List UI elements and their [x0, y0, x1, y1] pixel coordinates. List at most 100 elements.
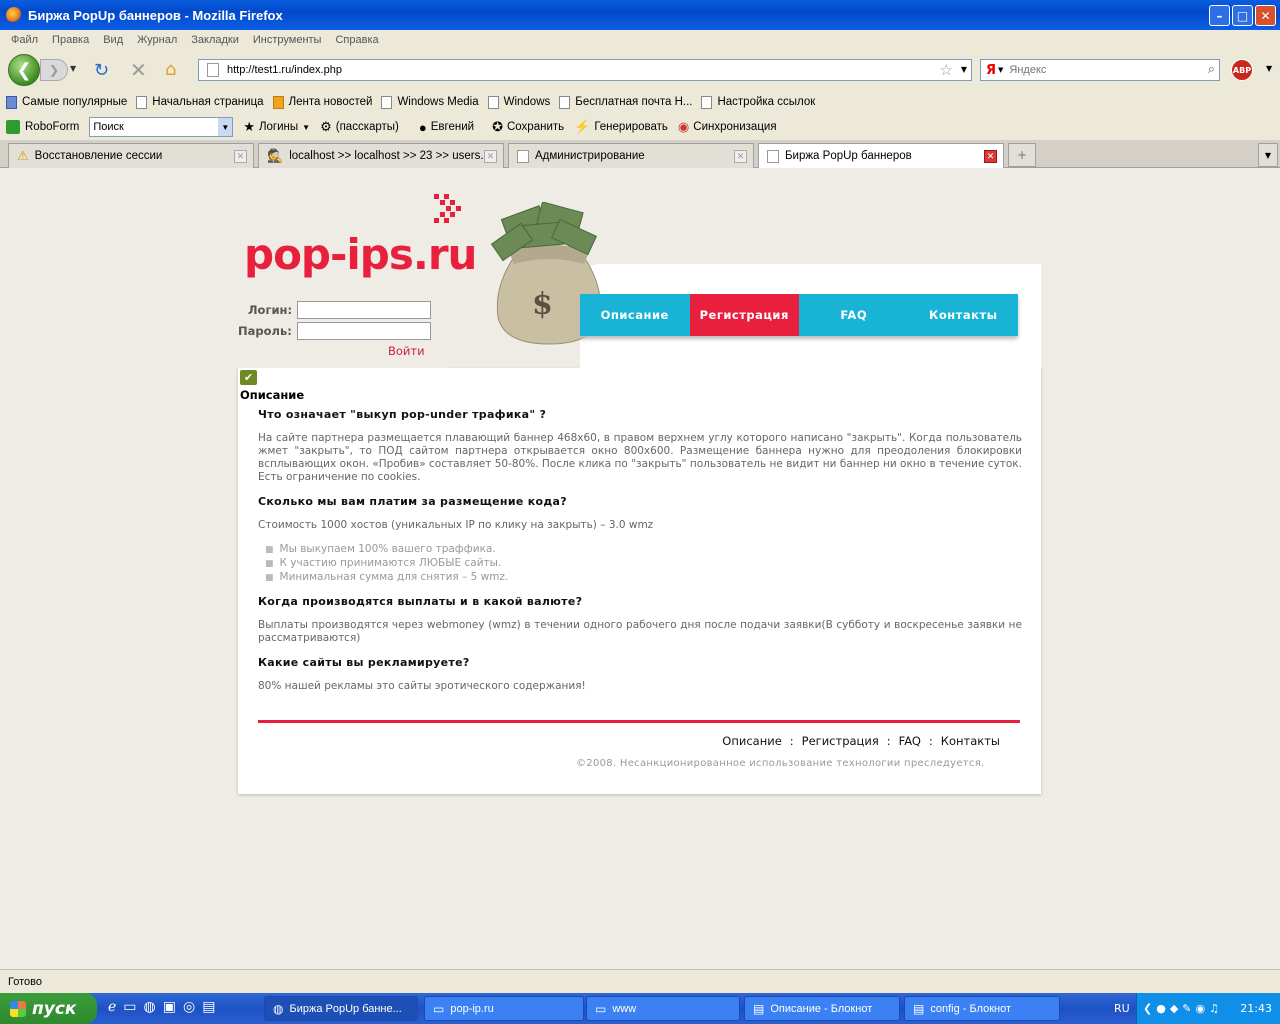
app-icon[interactable]: ◎	[183, 999, 195, 1015]
page-icon	[559, 95, 571, 109]
tab-session-restore[interactable]: ⚠ Восстановление сессии ✕	[8, 143, 254, 168]
forward-button[interactable]: ❯	[40, 59, 68, 81]
adblock-icon[interactable]: ABP	[1231, 59, 1253, 81]
tray-expand-icon[interactable]: ❮	[1143, 1002, 1152, 1015]
star-icon: ★	[243, 119, 255, 134]
tray-app-icon[interactable]: ✎	[1182, 1002, 1191, 1015]
login-input[interactable]	[297, 301, 431, 319]
bookmark-popular[interactable]: Самые популярные	[6, 95, 127, 109]
site-logo[interactable]: pop-ips.ru	[244, 230, 477, 279]
menu-file[interactable]: Файл	[11, 34, 38, 46]
adblock-dropdown-icon[interactable]: ▼	[1266, 64, 1272, 73]
footer-link-contacts[interactable]: Контакты	[941, 734, 1000, 748]
home-icon[interactable]: ⌂	[165, 59, 176, 80]
language-indicator[interactable]: RU	[1114, 1002, 1130, 1015]
faq-answer: 80% нашей рекламы это сайты эротического…	[258, 680, 586, 692]
url-bar[interactable]: ☆ ▼	[198, 59, 972, 81]
nav-registration[interactable]: Регистрация	[689, 294, 799, 336]
bookmark-news-feed[interactable]: Лента новостей	[272, 95, 372, 109]
stop-icon[interactable]: ✕	[130, 58, 147, 82]
folder-icon: ▭	[433, 1001, 445, 1016]
roboform-identity[interactable]: ● Евгений	[419, 120, 474, 135]
close-tab-icon[interactable]: ✕	[984, 150, 997, 163]
roboform-sync[interactable]: ◉ Синхронизация	[678, 119, 777, 135]
task-notepad-config[interactable]: ▤ config - Блокнот	[904, 996, 1060, 1021]
menu-view[interactable]: Вид	[103, 34, 123, 46]
new-tab-button[interactable]: +	[1008, 143, 1036, 167]
bookmark-windows[interactable]: Windows	[487, 95, 550, 109]
nav-faq[interactable]: FAQ	[799, 294, 909, 336]
app-icon[interactable]: ▣	[163, 999, 176, 1015]
faq-answer: На сайте партнера размещается плавающий …	[258, 432, 1022, 483]
nav-description[interactable]: Описание	[580, 294, 690, 336]
maximize-button[interactable]: □	[1232, 5, 1253, 26]
search-input[interactable]	[1009, 64, 1190, 76]
desktop-icon[interactable]: ▭	[123, 999, 136, 1015]
tab-popup-exchange[interactable]: Биржа PopUp баннеров ✕	[758, 143, 1004, 168]
logo-arrows-icon	[434, 194, 461, 223]
reload-icon[interactable]: ↻	[94, 60, 109, 81]
section-title: Описание	[240, 388, 305, 402]
history-dropdown-icon[interactable]: ▼	[70, 64, 76, 73]
bookmark-star-icon[interactable]: ☆	[940, 61, 953, 79]
tray-app-icon[interactable]: ◆	[1170, 1002, 1178, 1015]
close-tab-icon[interactable]: ✕	[234, 150, 247, 163]
task-firefox[interactable]: ◍ Биржа PopUp банне...	[264, 996, 418, 1021]
close-window-button[interactable]: ✕	[1255, 5, 1276, 26]
save-icon[interactable]: ▤	[202, 999, 215, 1015]
roboform-search-select[interactable]: Поиск ▼	[89, 117, 234, 137]
roboform-generate[interactable]: ⚡ Генерировать	[574, 119, 668, 135]
tray-app-icon[interactable]: ◉	[1196, 1002, 1206, 1015]
footer-link-faq[interactable]: FAQ	[899, 734, 921, 748]
roboform-logins[interactable]: ★ Логины ▼	[243, 119, 310, 135]
url-input[interactable]	[227, 64, 917, 76]
search-engine-dropdown-icon[interactable]: ▼	[998, 66, 1003, 74]
task-folder-popip[interactable]: ▭ pop-ip.ru	[424, 996, 584, 1021]
bookmark-home-page[interactable]: Начальная страница	[136, 95, 264, 109]
tray-app-icon[interactable]: ♫	[1209, 1002, 1219, 1015]
menu-history[interactable]: Журнал	[137, 34, 177, 46]
clock[interactable]: 21:43	[1240, 1002, 1272, 1015]
save-icon: ✪	[492, 119, 503, 134]
nav-contacts[interactable]: Контакты	[909, 294, 1019, 336]
menu-bookmarks[interactable]: Закладки	[191, 34, 239, 46]
menu-edit[interactable]: Правка	[52, 34, 89, 46]
back-button[interactable]: ❮	[8, 54, 40, 86]
login-submit-link[interactable]: Войти	[388, 344, 425, 358]
search-icon[interactable]: ⌕	[1208, 62, 1215, 77]
chevron-down-icon[interactable]: ▼	[218, 118, 233, 136]
bookmark-windows-media[interactable]: Windows Media	[381, 95, 479, 109]
password-input[interactable]	[297, 322, 431, 340]
close-tab-icon[interactable]: ✕	[734, 150, 747, 163]
svg-text:$: $	[532, 287, 553, 322]
footer-link-description[interactable]: Описание	[722, 734, 781, 748]
bookmark-customize-links[interactable]: Настройка ссылок	[701, 95, 815, 109]
site-nav: Описание Регистрация FAQ Контакты	[580, 294, 1018, 336]
page-icon	[487, 95, 499, 109]
roboform-passcards[interactable]: ⚙ (пасскарты)	[320, 119, 399, 135]
close-tab-icon[interactable]: ✕	[484, 150, 497, 163]
tray-app-icon[interactable]: ●	[1156, 1002, 1166, 1015]
task-folder-www[interactable]: ▭ www	[586, 996, 740, 1021]
roboform-button[interactable]: RoboForm	[25, 121, 79, 133]
firefox-icon[interactable]: ◍	[144, 999, 156, 1015]
yandex-icon[interactable]: Я	[986, 63, 996, 78]
footer-link-registration[interactable]: Регистрация	[802, 734, 879, 748]
bookmark-free-mail[interactable]: Бесплатная почта H...	[559, 95, 692, 109]
task-notepad-description[interactable]: ▤ Описание - Блокнот	[744, 996, 900, 1021]
tab-administration[interactable]: Администрирование ✕	[508, 143, 754, 168]
search-bar[interactable]: Я ▼ ⌕	[980, 59, 1220, 81]
footer-divider	[258, 720, 1020, 723]
menu-tools[interactable]: Инструменты	[253, 34, 322, 46]
start-button[interactable]: пуск	[0, 993, 97, 1024]
tab-list-button[interactable]: ▼	[1258, 143, 1278, 167]
minimize-button[interactable]: –	[1209, 5, 1230, 26]
url-dropdown-icon[interactable]: ▼	[961, 65, 967, 74]
generate-icon: ⚡	[574, 119, 591, 134]
roboform-save[interactable]: ✪ Сохранить	[492, 119, 564, 135]
menu-help[interactable]: Справка	[335, 34, 378, 46]
ie-icon[interactable]: ℯ	[108, 999, 116, 1015]
checkmark-icon: ✔	[240, 370, 257, 385]
plus-icon: +	[1016, 148, 1028, 162]
tab-localhost[interactable]: 🕵 localhost >> localhost >> 23 >> users..…	[258, 143, 504, 168]
